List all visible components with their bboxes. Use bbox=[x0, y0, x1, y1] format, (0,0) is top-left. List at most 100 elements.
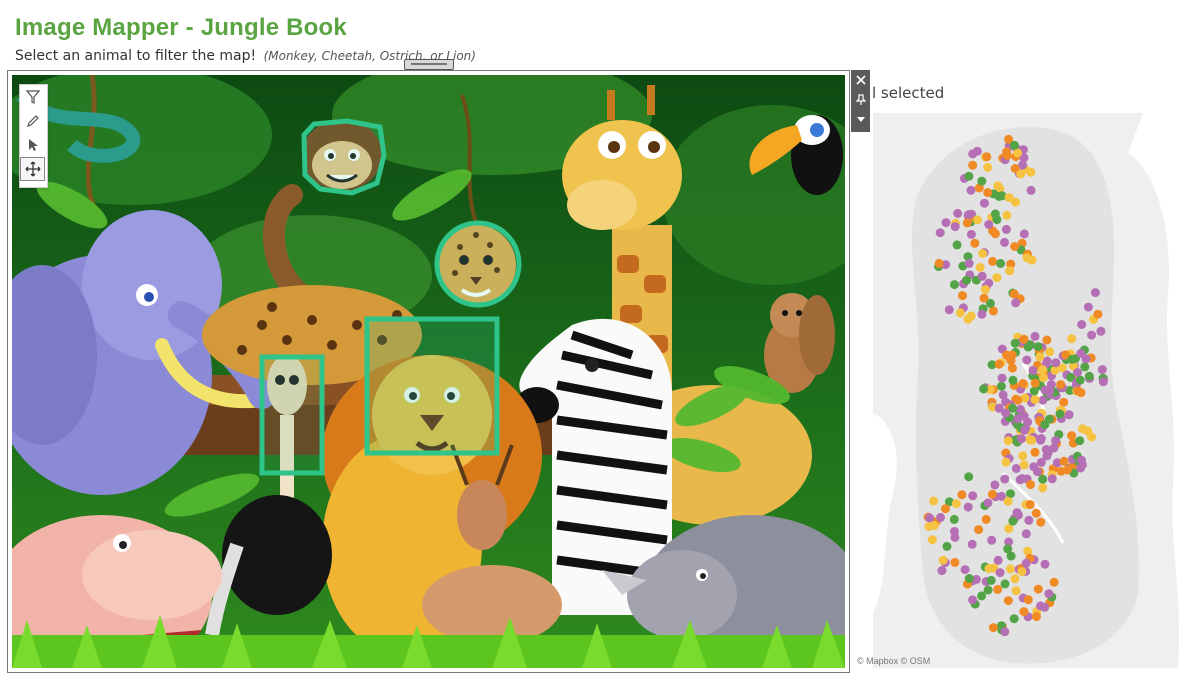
map-point[interactable] bbox=[1003, 544, 1013, 554]
map-point[interactable] bbox=[962, 218, 972, 228]
map-point[interactable] bbox=[1013, 395, 1023, 405]
map-point[interactable] bbox=[986, 575, 996, 585]
map-point[interactable] bbox=[1097, 365, 1107, 375]
map-point[interactable] bbox=[1028, 365, 1038, 375]
map-point[interactable] bbox=[994, 192, 1004, 201]
map-point[interactable] bbox=[1022, 355, 1032, 365]
map-point[interactable] bbox=[1020, 425, 1030, 435]
map-point[interactable] bbox=[1001, 224, 1011, 234]
map-point[interactable] bbox=[993, 181, 1003, 191]
map-point[interactable] bbox=[963, 502, 973, 512]
map-point[interactable] bbox=[1011, 586, 1021, 596]
map-point[interactable] bbox=[1038, 373, 1048, 383]
map-view[interactable] bbox=[873, 113, 1188, 668]
map-point[interactable] bbox=[955, 308, 965, 318]
map-point[interactable] bbox=[951, 499, 961, 509]
map-point[interactable] bbox=[958, 291, 967, 301]
map-point[interactable] bbox=[1019, 460, 1029, 470]
map-point[interactable] bbox=[1035, 352, 1045, 362]
map-point[interactable] bbox=[1002, 147, 1012, 157]
map-point[interactable] bbox=[1030, 395, 1040, 405]
map-point[interactable] bbox=[1019, 229, 1029, 239]
map-point[interactable] bbox=[977, 309, 987, 319]
map-point[interactable] bbox=[1044, 589, 1054, 599]
filter-icon[interactable] bbox=[20, 85, 45, 109]
pointer-icon[interactable] bbox=[20, 133, 45, 157]
map-point[interactable] bbox=[1096, 326, 1106, 336]
map-point[interactable] bbox=[964, 259, 974, 268]
map-point[interactable] bbox=[980, 285, 990, 294]
map-point[interactable] bbox=[964, 171, 974, 181]
map-point[interactable] bbox=[979, 384, 989, 394]
map-point[interactable] bbox=[962, 275, 972, 285]
map-point[interactable] bbox=[1076, 463, 1086, 473]
map-point[interactable] bbox=[964, 210, 974, 219]
map-point[interactable] bbox=[974, 525, 984, 535]
map-point[interactable] bbox=[1033, 467, 1042, 477]
map-point[interactable] bbox=[1038, 483, 1048, 493]
map-point[interactable] bbox=[1098, 377, 1108, 387]
map-point[interactable] bbox=[1015, 404, 1025, 414]
map-point[interactable] bbox=[998, 390, 1008, 400]
map-point[interactable] bbox=[1009, 289, 1019, 299]
map-point[interactable] bbox=[1087, 432, 1097, 442]
map-point[interactable] bbox=[983, 188, 993, 198]
map-point[interactable] bbox=[1040, 602, 1050, 612]
map-point[interactable] bbox=[1040, 420, 1050, 430]
map-point[interactable] bbox=[1049, 577, 1059, 587]
map-point[interactable] bbox=[1016, 434, 1026, 444]
map-point[interactable] bbox=[1077, 320, 1087, 329]
map-point[interactable] bbox=[1021, 558, 1031, 568]
map-point[interactable] bbox=[993, 584, 1003, 594]
chevron-down-icon[interactable] bbox=[851, 110, 870, 130]
map-point[interactable] bbox=[1004, 193, 1014, 203]
map-point[interactable] bbox=[1009, 614, 1019, 624]
map-point[interactable] bbox=[1026, 185, 1036, 195]
hotspot-ostrich[interactable] bbox=[259, 354, 325, 476]
map-point[interactable] bbox=[975, 262, 985, 272]
map-point[interactable] bbox=[966, 229, 976, 239]
hotspot-monkey[interactable] bbox=[301, 118, 387, 196]
map-point[interactable] bbox=[1033, 584, 1043, 594]
map-point[interactable] bbox=[964, 574, 974, 583]
map-point[interactable] bbox=[964, 472, 974, 482]
map-point[interactable] bbox=[993, 555, 1003, 565]
map-point[interactable] bbox=[1007, 363, 1017, 373]
map-point[interactable] bbox=[977, 271, 987, 281]
map-point[interactable] bbox=[966, 185, 976, 195]
map-point[interactable] bbox=[1003, 496, 1013, 506]
map-point[interactable] bbox=[941, 504, 950, 514]
hotspot-lion[interactable] bbox=[364, 316, 500, 456]
map-point[interactable] bbox=[944, 305, 954, 315]
map-point[interactable] bbox=[984, 220, 994, 229]
map-point[interactable] bbox=[1009, 140, 1019, 150]
map-point[interactable] bbox=[1011, 298, 1021, 308]
map-point[interactable] bbox=[1064, 410, 1074, 420]
map-point[interactable] bbox=[1000, 579, 1010, 589]
map-point[interactable] bbox=[1030, 378, 1040, 388]
map-point[interactable] bbox=[1042, 335, 1052, 345]
map-point[interactable] bbox=[1059, 397, 1069, 407]
map-point[interactable] bbox=[997, 373, 1007, 383]
map-point[interactable] bbox=[1038, 474, 1048, 484]
map-point[interactable] bbox=[984, 564, 994, 573]
map-point[interactable] bbox=[995, 568, 1005, 578]
map-point[interactable] bbox=[1093, 309, 1103, 319]
map-point[interactable] bbox=[1083, 302, 1093, 312]
map-point[interactable] bbox=[924, 522, 934, 531]
map-point[interactable] bbox=[1029, 386, 1039, 396]
map-point[interactable] bbox=[1010, 574, 1020, 584]
map-point[interactable] bbox=[925, 513, 935, 523]
map-point[interactable] bbox=[992, 273, 1002, 283]
map-point[interactable] bbox=[1023, 595, 1033, 605]
map-point[interactable] bbox=[1080, 362, 1090, 372]
map-point[interactable] bbox=[941, 218, 951, 228]
map-point[interactable] bbox=[1017, 474, 1027, 484]
map-point[interactable] bbox=[983, 162, 993, 172]
map-point[interactable] bbox=[1041, 445, 1051, 454]
map-point[interactable] bbox=[987, 489, 997, 499]
map-point[interactable] bbox=[950, 222, 960, 232]
pan-icon[interactable] bbox=[20, 157, 45, 181]
map-point[interactable] bbox=[1038, 365, 1047, 375]
map-point[interactable] bbox=[1001, 457, 1011, 467]
